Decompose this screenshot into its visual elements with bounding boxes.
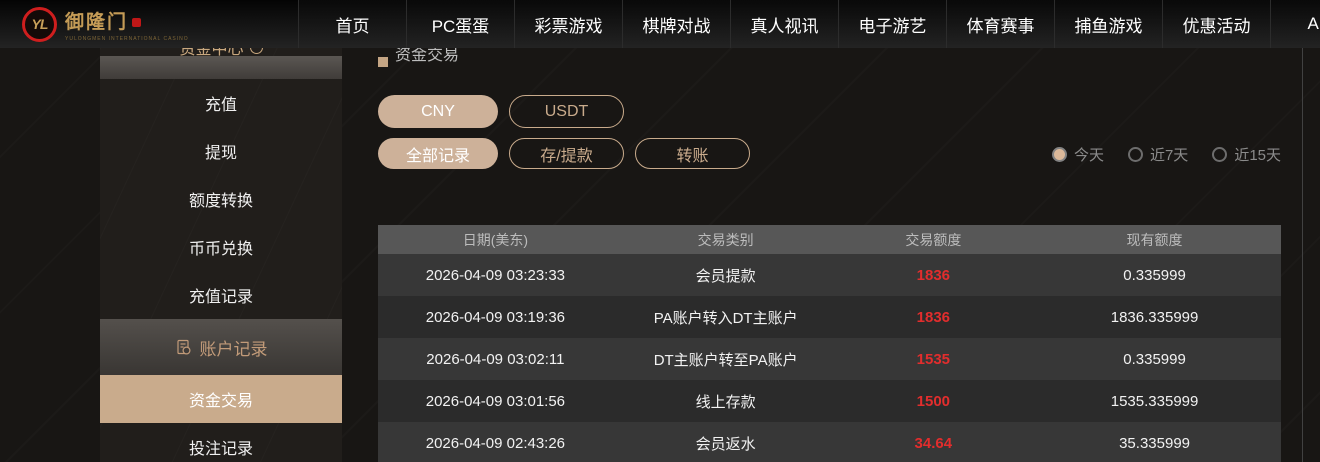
brand-tagline: YULONGMEN INTERNATIONAL CASINO: [65, 35, 189, 42]
cell-date: 2026-04-09 03:02:11: [426, 350, 565, 368]
sidebar-item-betting-records[interactable]: 投注记录: [100, 423, 342, 462]
cell-amount: 1500: [916, 392, 951, 410]
radio-today-circle-icon: [1051, 147, 1067, 162]
radio-today[interactable]: 今天: [1051, 144, 1104, 165]
sidebar-section-funds-center: 资金中心: [100, 48, 342, 56]
brand-monogram: YL: [31, 16, 49, 32]
table-header-type: 交易类别: [697, 231, 754, 248]
table-header-amount: 交易额度: [905, 231, 962, 248]
currency-tabs: CNY USDT: [378, 95, 1320, 128]
radio-today-label: 今天: [1073, 147, 1104, 164]
brand-seal-icon: [132, 17, 142, 27]
title-marker-icon: [378, 57, 388, 67]
cell-type: DT主账户转至PA账户: [653, 351, 798, 369]
cell-balance: 1836.335999: [1110, 308, 1199, 326]
nav-item-home[interactable]: 首页: [298, 0, 406, 48]
radio-7d-circle-icon: [1127, 147, 1143, 162]
table-header-balance: 现有额度: [1126, 231, 1183, 248]
table-row: 2026-04-09 03:01:56 线上存款 1500 1535.33599…: [378, 380, 1281, 422]
radio-last-15-days[interactable]: 近15天: [1212, 144, 1281, 165]
sidebar-section-band: [100, 56, 342, 79]
nav-item-fishing[interactable]: 捕鱼游戏: [1054, 0, 1162, 48]
page-title: 资金交易: [378, 48, 1320, 68]
nav-item-electronic-games[interactable]: 电子游艺: [838, 0, 946, 48]
right-edge-divider: [1302, 48, 1303, 462]
nav-item-sports[interactable]: 体育赛事: [946, 0, 1054, 48]
filter-tab-all-records[interactable]: 全部记录: [378, 138, 498, 169]
nav-menu: 首页 PC蛋蛋 彩票游戏 棋牌对战 真人视讯 电子游艺 体育赛事 捕鱼游戏 优惠…: [298, 0, 1320, 48]
brand-text: 御隆门 YULONGMEN INTERNATIONAL CASINO: [65, 7, 189, 42]
cell-amount: 1535: [916, 350, 951, 368]
cell-balance: 35.335999: [1119, 434, 1190, 452]
filter-tab-transfer[interactable]: 转账: [635, 138, 750, 169]
cell-type: PA账户转入DT主账户: [653, 309, 798, 327]
table-row: 2026-04-09 03:23:33 会员提款 1836 0.335999: [378, 254, 1281, 296]
cell-type: 线上存款: [695, 393, 756, 411]
nav-item-board-games[interactable]: 棋牌对战: [622, 0, 730, 48]
sidebar-item-withdraw[interactable]: 提现: [100, 127, 342, 175]
sidebar-item-fund-transactions[interactable]: 资金交易: [100, 375, 342, 423]
sidebar-section-account-records: 账户记录: [100, 319, 342, 375]
currency-tab-usdt[interactable]: USDT: [509, 95, 624, 128]
nav-item-pc-egg[interactable]: PC蛋蛋: [406, 0, 514, 48]
currency-tab-cny[interactable]: CNY: [378, 95, 498, 128]
cell-balance: 0.335999: [1123, 350, 1186, 368]
nav-item-promotions[interactable]: 优惠活动: [1162, 0, 1270, 48]
cell-amount: 1836: [916, 266, 951, 284]
cell-balance: 1535.335999: [1110, 392, 1199, 410]
cell-date: 2026-04-09 03:19:36: [425, 308, 566, 326]
table-header-date: 日期(美东): [462, 231, 529, 248]
table-row: 2026-04-09 03:02:11 DT主账户转至PA账户 1535 0.3…: [378, 338, 1281, 380]
sidebar-section-funds-label: 资金中心: [179, 48, 243, 56]
nav-item-live-video[interactable]: 真人视讯: [730, 0, 838, 48]
cell-date: 2026-04-09 02:43:26: [425, 434, 566, 452]
table-row: 2026-04-09 03:19:36 PA账户转入DT主账户 1836 183…: [378, 296, 1281, 338]
main-content: 资金交易 CNY USDT 全部记录 存/提款 转账 今天 近7天 近15天 日…: [378, 48, 1320, 462]
radio-15d-circle-icon: [1212, 147, 1228, 162]
sidebar-item-deposit-records[interactable]: 充值记录: [100, 271, 342, 319]
table-header-row: 日期(美东) 交易类别 交易额度 现有额度: [378, 225, 1281, 254]
sidebar-item-deposit[interactable]: 充值: [100, 79, 342, 127]
transactions-table: 日期(美东) 交易类别 交易额度 现有额度 2026-04-09 03:23:3…: [378, 225, 1281, 462]
cell-amount: 34.64: [914, 434, 953, 452]
radio-last-7-days[interactable]: 近7天: [1127, 144, 1189, 165]
sidebar: 资金中心 充值 提现 额度转换 币币兑换 充值记录 账户记录 资金交易 投注记录: [100, 48, 342, 462]
sidebar-section-account-label: 账户记录: [199, 339, 268, 359]
radio-7d-label: 近7天: [1149, 147, 1189, 164]
top-navigation: YL 御隆门 YULONGMEN INTERNATIONAL CASINO 首页…: [0, 0, 1320, 48]
sidebar-item-coin-exchange[interactable]: 币币兑换: [100, 223, 342, 271]
cell-date: 2026-04-09 03:01:56: [425, 392, 566, 410]
nav-item-lottery[interactable]: 彩票游戏: [514, 0, 622, 48]
nav-item-app[interactable]: APP: [1270, 0, 1320, 48]
brand-logo-icon: YL: [22, 6, 57, 42]
sidebar-item-quota-transfer[interactable]: 额度转换: [100, 175, 342, 223]
help-circle-icon: [249, 48, 263, 54]
radio-15d-label: 近15天: [1234, 147, 1281, 164]
cell-type: 会员返水: [695, 435, 756, 453]
date-range-filters: 今天 近7天 近15天: [1051, 144, 1281, 165]
brand-logo[interactable]: YL 御隆门 YULONGMEN INTERNATIONAL CASINO: [0, 0, 298, 48]
ledger-icon: [176, 339, 191, 355]
cell-balance: 0.335999: [1123, 266, 1186, 284]
table-row: 2026-04-09 02:43:26 会员返水 34.64 35.335999: [378, 422, 1281, 462]
cell-date: 2026-04-09 03:23:33: [425, 266, 566, 284]
cell-type: 会员提款: [695, 267, 756, 285]
page-title-label: 资金交易: [395, 48, 460, 64]
filter-tab-deposit-withdraw[interactable]: 存/提款: [509, 138, 624, 169]
cell-amount: 1836: [916, 308, 951, 326]
brand-name: 御隆门: [65, 11, 129, 33]
